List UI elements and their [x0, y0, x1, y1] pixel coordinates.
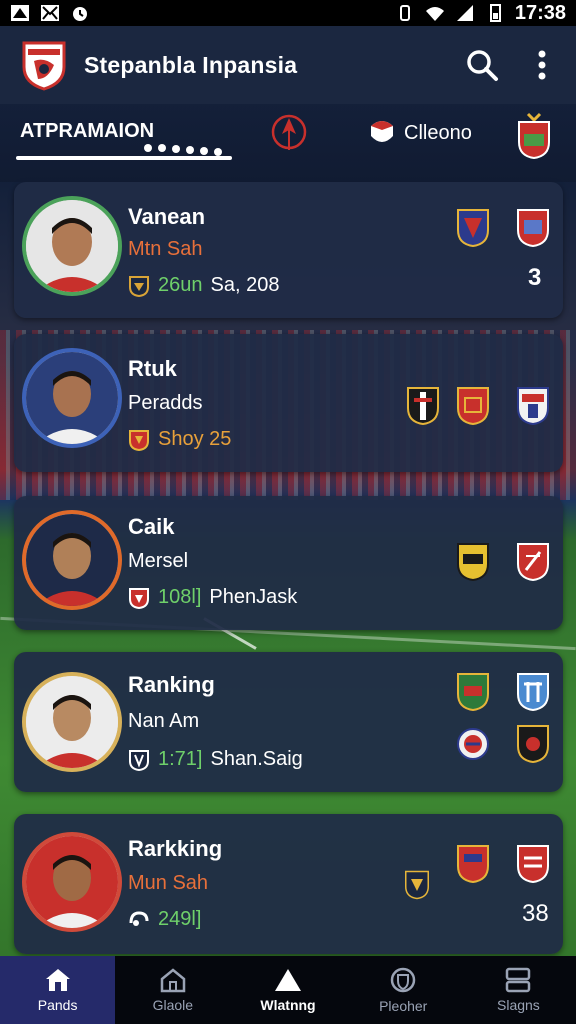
tab-badge-icon[interactable]: [270, 110, 308, 152]
avatar: [22, 348, 122, 448]
bottom-navigation: Pands Glaole Wlatnng Pleoher Slagns: [0, 956, 576, 1024]
player-card[interactable]: Rarkking Mun Sah 249l] 38: [14, 814, 563, 954]
player-card[interactable]: Caik Mersel 108l] PhenJask: [14, 496, 563, 630]
avatar: [22, 672, 122, 772]
player-subtitle: Mersel: [128, 550, 189, 572]
rank-number: 3: [528, 264, 542, 291]
avatar: [22, 832, 122, 932]
nav-item-glaole[interactable]: Glaole: [115, 956, 230, 1024]
player-subtitle: Mun Sah: [128, 872, 209, 894]
player-subtitle: Mtn Sah: [128, 238, 203, 260]
home-icon: [45, 969, 70, 991]
player-name: Rarkking: [128, 836, 223, 861]
player-meta: 1:71] Shan.Saig: [128, 748, 303, 771]
tab-second[interactable]: Clleono: [368, 118, 472, 148]
nav-item-pleoher[interactable]: Pleoher: [346, 956, 461, 1024]
meta-text: PhenJask: [209, 586, 298, 608]
team-badge-icon: [129, 749, 149, 771]
house-outline-icon: [160, 968, 186, 993]
meta-number: 1:71]: [158, 748, 203, 770]
club-crest-icon: [457, 387, 489, 426]
player-card[interactable]: Vanean Mtn Sah 26un Sa, 208 3: [14, 182, 563, 318]
club-crest-icon: [517, 209, 549, 248]
nav-label: Pands: [37, 997, 78, 1013]
app-bar: Stepanbla Inpansia: [0, 26, 576, 104]
player-meta: 26un Sa, 208: [128, 274, 279, 297]
nav-item-slagns[interactable]: Slagns: [461, 956, 576, 1024]
player-card[interactable]: Ranking Nan Am 1:71] Shan.Saig: [14, 652, 563, 792]
floodlight-icon: [144, 144, 222, 156]
search-button[interactable]: [462, 45, 502, 85]
club-crest-icon: [457, 673, 489, 712]
player-name: Rtuk: [128, 356, 177, 381]
app-logo: [22, 41, 66, 91]
app-title: Stepanbla Inpansia: [84, 51, 298, 78]
nav-item-wlatnng[interactable]: Wlatnng: [230, 956, 345, 1024]
nav-label: Glaole: [152, 997, 194, 1013]
club-crest-icon: [457, 845, 489, 884]
meta-number: 249l]: [158, 908, 202, 930]
vibrate-icon: [399, 5, 410, 21]
shield-icon: [390, 967, 416, 993]
meta-text: Sa, 208: [210, 274, 280, 296]
club-crest-icon: [517, 543, 549, 582]
meta-number: 108l]: [158, 586, 202, 608]
player-meta: 108l] PhenJask: [128, 586, 297, 609]
shield-crest-icon: [371, 121, 393, 142]
layers-icon: [506, 967, 531, 993]
meta-number: 26un: [158, 274, 203, 296]
club-crest-icon: [517, 387, 549, 426]
meta-number: Shoy 25: [158, 428, 232, 450]
nav-label: Slagns: [497, 997, 540, 1013]
signal-icon: [456, 5, 473, 21]
club-crest-icon: [457, 543, 489, 582]
nav-label: Wlatnng: [260, 997, 316, 1013]
club-crest-icon: [457, 209, 489, 248]
club-crest-icon[interactable]: [516, 112, 552, 160]
avatar: [22, 510, 122, 610]
triangle-icon: [275, 969, 301, 991]
player-card[interactable]: Rtuk Peradds Shoy 25: [14, 334, 563, 472]
team-badge-icon: [129, 429, 149, 451]
clock: 17:38: [514, 1, 566, 24]
player-name: Vanean: [128, 204, 206, 229]
club-crest-icon: [405, 870, 429, 900]
club-crest-icon: [407, 387, 439, 426]
club-crest-icon: [517, 845, 549, 884]
player-subtitle: Nan Am: [128, 710, 200, 732]
player-name: Ranking: [128, 672, 215, 697]
tab-active[interactable]: ATPRAMAION: [20, 120, 154, 143]
club-crest-icon: [457, 728, 489, 760]
nav-item-pands[interactable]: Pands: [0, 956, 116, 1024]
alarm-icon: [73, 7, 87, 21]
mail-icon: [41, 5, 59, 21]
player-subtitle: Peradds: [128, 392, 203, 414]
tab-second-label: Clleono: [404, 121, 472, 144]
battery-icon: [489, 4, 501, 22]
nav-label: Pleoher: [379, 998, 428, 1014]
team-badge-icon: [129, 587, 149, 609]
team-badge-icon: [129, 910, 149, 926]
player-name: Caik: [128, 514, 175, 539]
wifi-icon: [425, 7, 444, 21]
team-badge-icon: [129, 275, 149, 297]
meta-text: Shan.Saig: [210, 748, 303, 770]
more-vert-icon: [538, 50, 546, 80]
status-bar: 17:38: [0, 0, 576, 26]
club-crest-icon: [517, 673, 549, 712]
more-options-button[interactable]: [522, 45, 562, 85]
notification-icon: [11, 5, 29, 21]
player-meta: Shoy 25: [128, 428, 231, 451]
club-crest-icon: [517, 725, 549, 764]
rank-number: 38: [522, 900, 549, 927]
avatar: [22, 196, 122, 296]
search-icon: [467, 50, 498, 81]
player-meta: 249l]: [128, 908, 201, 931]
